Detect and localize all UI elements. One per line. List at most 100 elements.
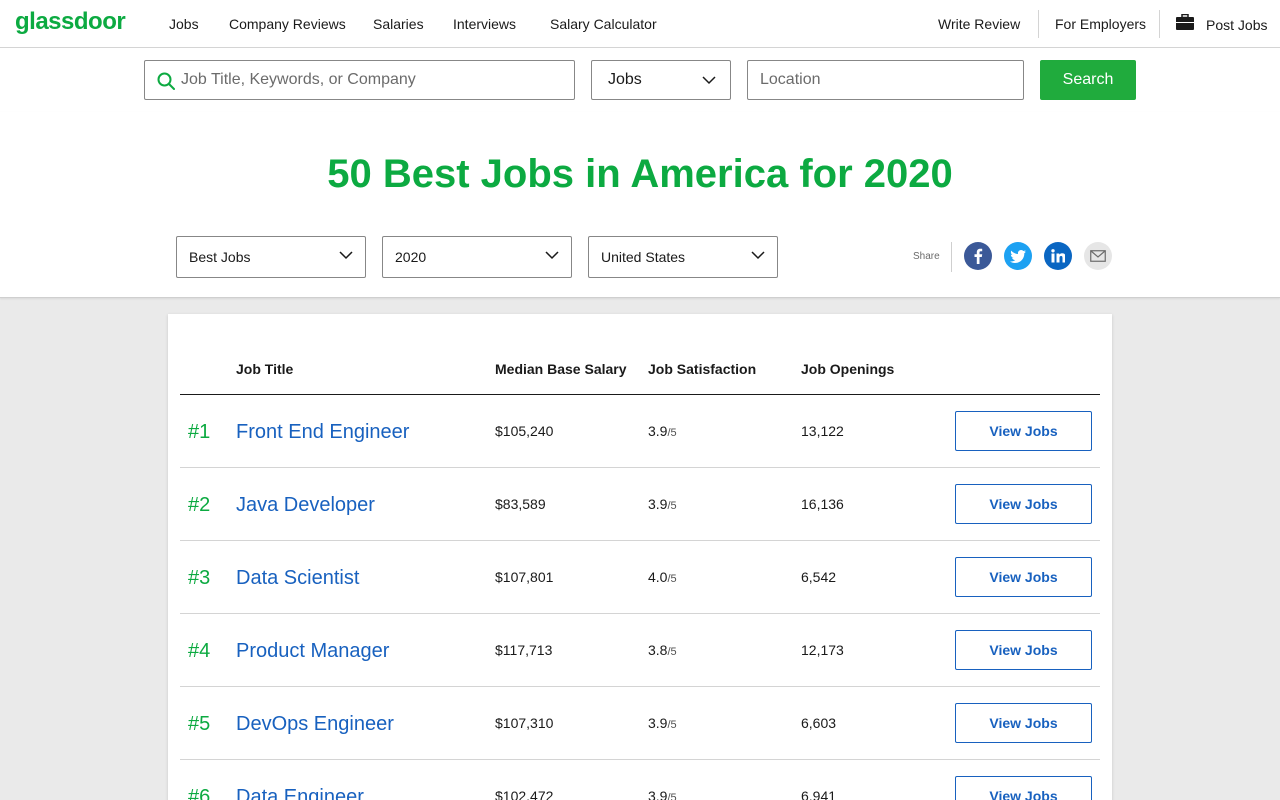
satisfaction-scale: /5 (667, 427, 677, 439)
job-openings: 6,941 (801, 788, 837, 800)
job-openings: 12,173 (801, 642, 844, 658)
job-title-link[interactable]: Data Engineer (236, 786, 364, 800)
job-rank: #5 (188, 713, 211, 735)
nav-divider (1038, 10, 1039, 38)
share-label: Share (913, 251, 940, 262)
header-job-title: Job Title (236, 361, 294, 377)
view-jobs-button[interactable]: View Jobs (955, 411, 1092, 451)
job-satisfaction: 3.8/5 (648, 642, 677, 658)
twitter-icon[interactable] (1004, 242, 1032, 270)
median-salary: $105,240 (495, 423, 554, 439)
nav-salary-calculator[interactable]: Salary Calculator (550, 16, 657, 32)
header-job-satisfaction: Job Satisfaction (648, 361, 757, 377)
search-button[interactable]: Search (1040, 60, 1136, 100)
list-filter-value: Best Jobs (189, 249, 251, 265)
header-job-openings: Job Openings (801, 361, 895, 377)
job-satisfaction: 3.9/5 (648, 496, 677, 512)
job-satisfaction: 3.9/5 (648, 423, 677, 439)
job-rank: #1 (188, 421, 211, 443)
job-title-link[interactable]: Front End Engineer (236, 421, 409, 444)
satisfaction-value: 3.9 (648, 423, 668, 439)
satisfaction-value: 3.9 (648, 496, 668, 512)
job-openings: 13,122 (801, 423, 844, 439)
table-row: #5 DevOps Engineer $107,310 3.9/5 6,603 … (180, 687, 1100, 760)
view-jobs-button[interactable]: View Jobs (955, 557, 1092, 597)
chevron-down-icon (702, 76, 716, 85)
hero-section: 50 Best Jobs in America for 2020 Best Jo… (0, 112, 1280, 298)
list-filter-dropdown[interactable]: Best Jobs (176, 236, 366, 278)
job-rank: #3 (188, 567, 211, 589)
search-type-select[interactable]: Jobs (591, 60, 731, 100)
location-input[interactable]: Location (747, 60, 1024, 100)
job-title-link[interactable]: DevOps Engineer (236, 713, 394, 736)
email-icon[interactable] (1084, 242, 1112, 270)
satisfaction-value: 4.0 (648, 569, 668, 585)
satisfaction-value: 3.9 (648, 715, 668, 731)
nav-divider (1159, 10, 1160, 38)
nav-salaries[interactable]: Salaries (373, 16, 424, 32)
satisfaction-value: 3.8 (648, 642, 668, 658)
view-jobs-button[interactable]: View Jobs (955, 484, 1092, 524)
job-rank: #4 (188, 640, 211, 662)
median-salary: $83,589 (495, 496, 546, 512)
header-median-salary: Median Base Salary (495, 361, 627, 377)
table-row: #2 Java Developer $83,589 3.9/5 16,136 V… (180, 468, 1100, 541)
year-filter-value: 2020 (395, 249, 427, 265)
nav-write-review[interactable]: Write Review (938, 16, 1020, 32)
job-openings: 6,603 (801, 715, 837, 731)
search-type-value: Jobs (608, 71, 642, 88)
satisfaction-value: 3.9 (648, 788, 668, 800)
table-row: #3 Data Scientist $107,801 4.0/5 6,542 V… (180, 541, 1100, 614)
facebook-icon[interactable] (964, 242, 992, 270)
best-jobs-table: Job Title Median Base Salary Job Satisfa… (168, 314, 1112, 800)
linkedin-icon[interactable] (1044, 242, 1072, 270)
chevron-down-icon (545, 251, 559, 260)
median-salary: $107,310 (495, 715, 554, 731)
median-salary: $117,713 (495, 642, 553, 658)
nav-interviews[interactable]: Interviews (453, 16, 516, 32)
table-header: Job Title Median Base Salary Job Satisfa… (180, 314, 1100, 395)
nav-post-jobs[interactable]: Post Jobs (1206, 17, 1267, 33)
year-filter-dropdown[interactable]: 2020 (382, 236, 572, 278)
search-bar: Job Title, Keywords, or Company Jobs Loc… (0, 48, 1280, 112)
job-title-link[interactable]: Java Developer (236, 494, 375, 517)
table-row: #6 Data Engineer $102,472 3.9/5 6,941 Vi… (180, 760, 1100, 800)
satisfaction-scale: /5 (667, 573, 677, 585)
job-openings: 6,542 (801, 569, 837, 585)
view-jobs-button[interactable]: View Jobs (955, 630, 1092, 670)
chevron-down-icon (339, 251, 353, 260)
keyword-search-input[interactable]: Job Title, Keywords, or Company (144, 60, 575, 100)
satisfaction-scale: /5 (667, 500, 677, 512)
briefcase-icon[interactable] (1176, 14, 1194, 30)
nav-jobs[interactable]: Jobs (169, 16, 199, 32)
table-row: #1 Front End Engineer $105,240 3.9/5 13,… (180, 395, 1100, 468)
glassdoor-logo[interactable]: glassdoor (15, 8, 126, 36)
median-salary: $102,472 (495, 788, 554, 800)
satisfaction-scale: /5 (667, 792, 677, 800)
share-divider (951, 242, 952, 272)
job-rank: #6 (188, 786, 211, 800)
country-filter-value: United States (601, 249, 686, 265)
table-row: #4 Product Manager $117,713 3.8/5 12,173… (180, 614, 1100, 687)
satisfaction-scale: /5 (667, 719, 677, 731)
location-placeholder: Location (760, 71, 821, 88)
view-jobs-button[interactable]: View Jobs (955, 703, 1092, 743)
job-satisfaction: 3.9/5 (648, 715, 677, 731)
median-salary: $107,801 (495, 569, 554, 585)
search-icon (157, 72, 175, 90)
keyword-placeholder: Job Title, Keywords, or Company (181, 71, 416, 88)
nav-for-employers[interactable]: For Employers (1055, 16, 1146, 32)
job-title-link[interactable]: Product Manager (236, 640, 389, 663)
view-jobs-button[interactable]: View Jobs (955, 776, 1092, 800)
job-openings: 16,136 (801, 496, 844, 512)
country-filter-dropdown[interactable]: United States (588, 236, 778, 278)
job-satisfaction: 4.0/5 (648, 569, 677, 585)
job-rank: #2 (188, 494, 211, 516)
chevron-down-icon (751, 251, 765, 260)
satisfaction-scale: /5 (667, 646, 677, 658)
top-navigation: glassdoor Jobs Company Reviews Salaries … (0, 0, 1280, 48)
page-title: 50 Best Jobs in America for 2020 (327, 152, 953, 196)
job-title-link[interactable]: Data Scientist (236, 567, 359, 590)
job-satisfaction: 3.9/5 (648, 788, 677, 800)
nav-company-reviews[interactable]: Company Reviews (229, 16, 346, 32)
